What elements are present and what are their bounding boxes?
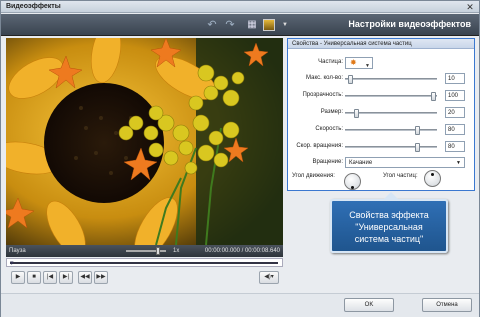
chevron-down-icon[interactable]: ▼ (278, 18, 292, 32)
next-frame-icon: ▶▶ (96, 274, 106, 280)
callout-line: Свойства эффекта (349, 210, 429, 220)
stop-icon: ■ (32, 274, 36, 280)
slider-row-rotation-speed: Скор. вращения: 80 (288, 141, 474, 153)
cancel-button[interactable]: Отмена (422, 298, 472, 312)
slider-label: Макс. кол-во: (306, 75, 343, 81)
image-icon[interactable] (263, 19, 275, 31)
player-status-bar: Пауза 1x 00:00:00.000 / 00:00:08.640 (6, 245, 283, 257)
speed-slider[interactable] (126, 247, 166, 255)
properties-title: Свойства - Универсальная система частиц (288, 39, 474, 49)
max-count-slider[interactable] (345, 75, 437, 84)
volume-icon: ◀)▾ (264, 274, 274, 280)
video-preview[interactable] (6, 38, 283, 245)
video-effects-window: Видеоэффекты ✕ ↶ ↷ ▦ ▼ Настройки видеоэф… (0, 0, 480, 317)
slider-label: Прозрачность: (302, 92, 343, 98)
volume-button[interactable]: ◀)▾ (259, 271, 279, 284)
rotation-label: Вращение: (312, 159, 343, 165)
grid-icon[interactable]: ▦ (245, 18, 259, 32)
rotation-select[interactable]: Качание ▼ (345, 157, 465, 168)
playhead-icon[interactable]: ▾ (10, 259, 14, 268)
opacity-input[interactable]: 100 (445, 90, 465, 101)
opacity-slider[interactable] (345, 92, 437, 101)
callout-line: система частиц" (354, 234, 424, 244)
slider-row-size: Размер: 20 (288, 107, 474, 119)
slider-label: Скор. вращения: (296, 143, 343, 149)
rotation-speed-input[interactable]: 80 (445, 141, 465, 152)
particle-label: Частица: (318, 59, 343, 65)
skip-forward-icon: ▶| (62, 274, 70, 280)
slider-thumb[interactable] (431, 92, 436, 101)
toolbar: ↶ ↷ ▦ ▼ Настройки видеоэффектов (1, 14, 479, 36)
prev-frame-button[interactable]: ◀◀ (78, 271, 92, 284)
rotation-speed-slider[interactable] (345, 143, 437, 152)
ok-button[interactable]: OK (344, 298, 394, 312)
size-input[interactable]: 20 (445, 107, 465, 118)
slider-thumb[interactable] (415, 126, 420, 135)
slider-row-max-count: Макс. кол-во: 10 (288, 73, 474, 85)
close-icon[interactable]: ✕ (465, 2, 475, 12)
skip-back-icon: |◀ (46, 274, 54, 280)
properties-panel: Свойства - Универсальная система частиц … (287, 38, 475, 191)
slider-thumb[interactable] (348, 75, 353, 84)
slider-row-opacity: Прозрачность: 100 (288, 90, 474, 102)
next-frame-button[interactable]: ▶▶ (94, 271, 108, 284)
annotation-callout: Свойства эффекта "Универсальная система … (330, 192, 448, 253)
dialog-footer: OK Отмена (1, 293, 479, 317)
max-count-input[interactable]: 10 (445, 73, 465, 84)
speed-input[interactable]: 80 (445, 124, 465, 135)
move-angle-dial[interactable] (344, 173, 361, 190)
undo-icon[interactable]: ↶ (205, 18, 219, 32)
title-bar: Видеоэффекты ✕ (1, 1, 479, 13)
particle-angle-dial[interactable] (424, 170, 441, 187)
play-button[interactable]: ▶ (11, 271, 25, 284)
move-angle-label: Угол движения: (292, 173, 335, 179)
speed-slider-thumb[interactable] (156, 247, 160, 255)
prev-frame-icon: ◀◀ (80, 274, 90, 280)
redo-icon[interactable]: ↷ (223, 18, 237, 32)
slider-row-speed: Скорость: 80 (288, 124, 474, 136)
chevron-down-icon: ▼ (456, 160, 461, 166)
particle-row: Частица: ✸ ▼ (288, 57, 474, 69)
playback-speed: 1x (173, 248, 180, 254)
window-title: Видеоэффекты (6, 3, 61, 10)
particle-picker[interactable]: ✸ ▼ (345, 57, 373, 69)
play-icon: ▶ (15, 274, 21, 280)
rotation-row: Вращение: Качание ▼ (288, 157, 474, 169)
timeline-scrubber[interactable]: ▾ (6, 258, 283, 267)
slider-thumb[interactable] (354, 109, 359, 118)
slider-label: Размер: (320, 109, 343, 115)
stop-button[interactable]: ■ (27, 271, 41, 284)
playback-time: 00:00:00.000 / 00:00:08.640 (204, 248, 280, 254)
playback-status: Пауза (9, 248, 26, 254)
video-frame-image (6, 38, 283, 245)
next-button[interactable]: ▶| (59, 271, 73, 284)
slider-label: Скорость: (315, 126, 343, 132)
star-particle-icon: ✸ (350, 58, 357, 67)
prev-button[interactable]: |◀ (43, 271, 57, 284)
particle-angle-label: Угол частиц: (383, 173, 418, 179)
playback-controls: ▶ ■ |◀ ▶| ◀◀ ▶▶ ◀)▾ (6, 269, 283, 287)
callout-line: "Универсальная (355, 222, 423, 232)
slider-thumb[interactable] (415, 143, 420, 152)
size-slider[interactable] (345, 109, 437, 118)
chevron-down-icon: ▼ (365, 63, 370, 69)
timeline-track (10, 262, 278, 264)
speed-slider[interactable] (345, 126, 437, 135)
panel-title: Настройки видеоэффектов (348, 19, 471, 29)
dial-pointer (351, 186, 354, 189)
rotation-value: Качание (349, 160, 373, 166)
dial-pointer (431, 173, 434, 176)
